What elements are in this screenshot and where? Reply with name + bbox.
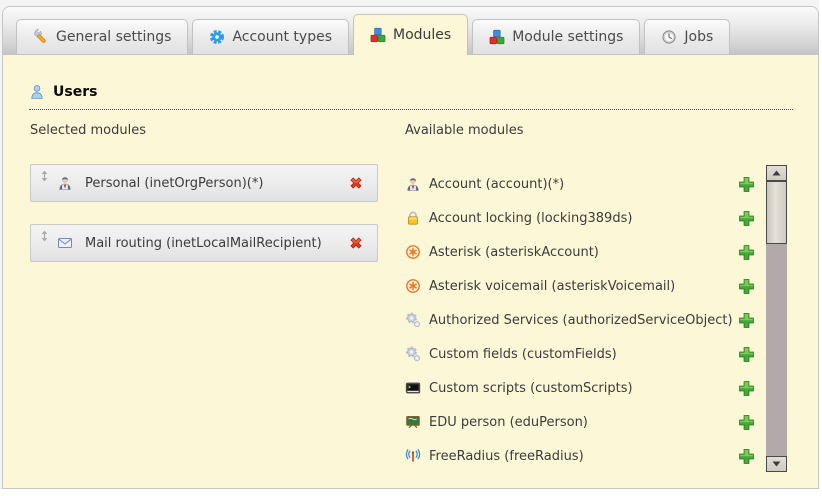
available-modules-label: Available modules <box>405 123 523 138</box>
asterisk-icon <box>405 278 421 294</box>
module-label: Personal (inetOrgPerson)(*) <box>85 176 263 191</box>
available-module-item: Account (account)(*) <box>405 167 755 201</box>
scrollbar-track[interactable] <box>766 165 787 472</box>
add-module-button[interactable] <box>738 244 755 261</box>
selected-modules-list: Personal (inetOrgPerson)(*) Mail routing … <box>30 164 378 284</box>
businessman-icon <box>57 175 73 191</box>
module-label: Mail routing (inetLocalMailRecipient) <box>85 236 322 251</box>
scroll-down-button[interactable] <box>766 456 787 472</box>
gears-gray-icon <box>405 346 421 362</box>
tab-general-settings[interactable]: General settings <box>16 19 188 54</box>
available-modules-list: Account (account)(*) Account locking (loc… <box>405 167 755 473</box>
available-module-item: Asterisk voicemail (asteriskVoicemail) <box>405 269 755 303</box>
tab-label: Jobs <box>684 29 713 45</box>
add-module-button[interactable] <box>738 210 755 227</box>
wrench-icon <box>33 29 49 45</box>
section-title: Users <box>53 84 97 100</box>
module-label: FreeRadius (freeRadius) <box>429 449 584 464</box>
available-module-item: Custom scripts (customScripts) <box>405 371 755 405</box>
module-label: Account (account)(*) <box>429 177 564 192</box>
add-module-button[interactable] <box>738 278 755 295</box>
tab-label: Module settings <box>512 29 623 45</box>
clock-icon <box>661 29 677 45</box>
user-blue-icon <box>29 84 45 100</box>
bottom-margin-strip <box>0 489 822 496</box>
triangle-down-icon <box>772 461 781 467</box>
add-module-button[interactable] <box>738 176 755 193</box>
selected-module-item[interactable]: Personal (inetOrgPerson)(*) <box>30 164 378 202</box>
module-label: Custom scripts (customScripts) <box>429 381 633 396</box>
lock-icon <box>405 210 421 226</box>
available-module-item: Asterisk (asteriskAccount) <box>405 235 755 269</box>
drag-handle-icon[interactable] <box>40 230 49 242</box>
tab-jobs[interactable]: Jobs <box>644 19 730 54</box>
tab-label: General settings <box>56 29 171 45</box>
terminal-icon <box>405 380 421 396</box>
tab-account-types[interactable]: Account types <box>192 19 349 54</box>
add-module-button[interactable] <box>738 380 755 397</box>
available-module-item: FreeRadius (freeRadius) <box>405 439 755 473</box>
triangle-up-icon <box>772 170 781 176</box>
settings-panel: General settings Account types Modules Modu… <box>2 6 819 489</box>
available-module-item: EDU person (eduPerson) <box>405 405 755 439</box>
tab-bar: General settings Account types Modules Modu… <box>3 7 818 55</box>
asterisk-icon <box>405 244 421 260</box>
selected-module-item[interactable]: Mail routing (inetLocalMailRecipient) <box>30 224 378 262</box>
tab-modules[interactable]: Modules <box>353 14 468 55</box>
tab-label: Account types <box>232 29 332 45</box>
available-module-item: Authorized Services (authorizedServiceOb… <box>405 303 755 337</box>
module-label: Asterisk voicemail (asteriskVoicemail) <box>429 279 675 294</box>
gears-gray-icon <box>405 312 421 328</box>
available-module-item: Custom fields (customFields) <box>405 337 755 371</box>
add-module-button[interactable] <box>738 346 755 363</box>
modules-cubes-icon <box>489 29 505 45</box>
scrollbar-thumb[interactable] <box>766 181 787 244</box>
module-label: Custom fields (customFields) <box>429 347 617 362</box>
chalkboard-icon <box>405 414 421 430</box>
module-label: Account locking (locking389ds) <box>429 211 632 226</box>
drag-handle-icon[interactable] <box>40 170 49 182</box>
module-label: Asterisk (asteriskAccount) <box>429 245 599 260</box>
section-header: Users <box>29 84 793 110</box>
add-module-button[interactable] <box>738 448 755 465</box>
mail-icon <box>57 235 73 251</box>
available-module-item: Account locking (locking389ds) <box>405 201 755 235</box>
radius-icon <box>405 448 421 464</box>
gear-blue-icon <box>209 29 225 45</box>
remove-module-button[interactable] <box>347 234 365 252</box>
businessman-icon <box>405 176 421 192</box>
module-label: EDU person (eduPerson) <box>429 415 588 430</box>
modules-cubes-icon <box>370 27 386 43</box>
tab-module-settings[interactable]: Module settings <box>472 19 640 54</box>
scroll-up-button[interactable] <box>766 165 787 181</box>
module-label: Authorized Services (authorizedServiceOb… <box>429 313 733 328</box>
add-module-button[interactable] <box>738 312 755 329</box>
add-module-button[interactable] <box>738 414 755 431</box>
tab-label: Modules <box>393 27 451 43</box>
remove-module-button[interactable] <box>347 174 365 192</box>
selected-modules-label: Selected modules <box>30 123 146 138</box>
